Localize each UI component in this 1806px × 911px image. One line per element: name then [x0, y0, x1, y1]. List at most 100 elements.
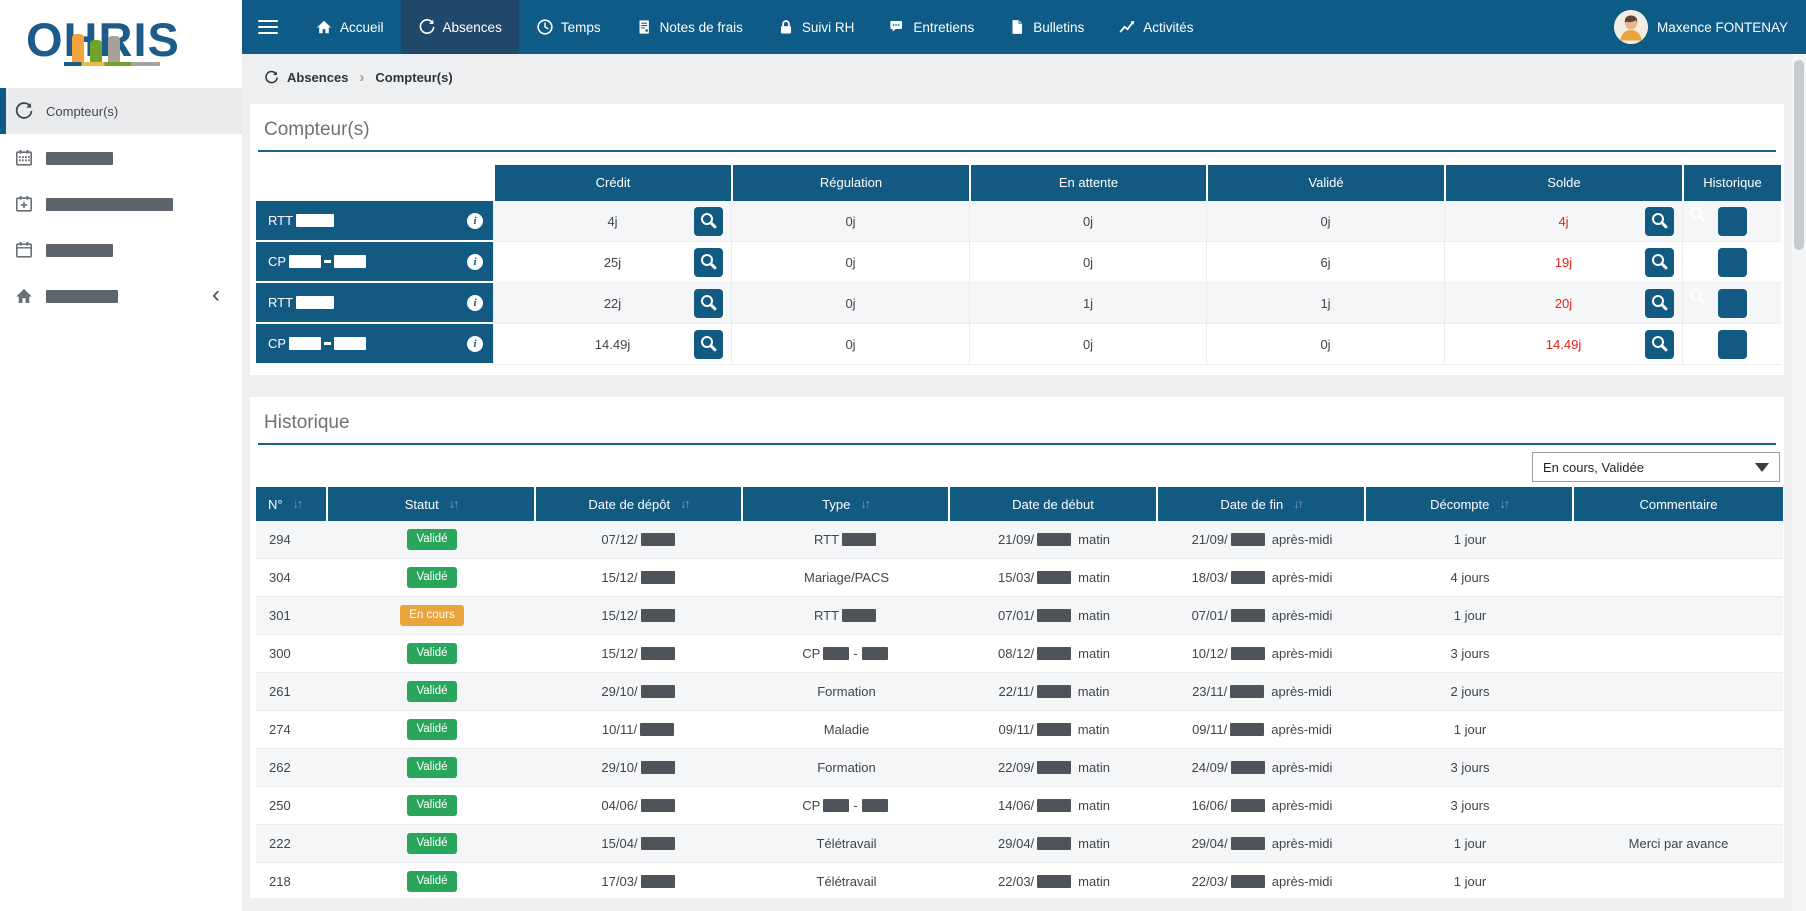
magnifier-button[interactable] [1645, 248, 1674, 277]
counter-refresh-icon [14, 101, 36, 121]
table-row: 304 Validé 15/12/ Mariage/PACS 15/03/mat… [256, 559, 1783, 597]
user-avatar [1614, 10, 1648, 44]
magnifier-button[interactable] [1645, 330, 1674, 359]
magnifier-icon [1645, 289, 1674, 318]
breadcrumb-section[interactable]: Absences [287, 70, 348, 85]
column-header-decompte[interactable]: Décompte↓↑ [1366, 487, 1574, 521]
sort-icon[interactable]: ↓↑ [449, 497, 458, 511]
end-cell: 16/06/après-midi [1158, 787, 1366, 825]
sidebar-item-redacted-1[interactable] [0, 136, 242, 180]
sort-icon[interactable]: ↓↑ [680, 497, 689, 511]
start-cell: 22/11/matin [950, 673, 1158, 711]
sidebar-item-redacted-3[interactable] [0, 228, 242, 272]
redacted-text [641, 609, 675, 622]
status-cell: En cours [328, 597, 536, 635]
status-filter-select[interactable]: En cours, Validée [1532, 452, 1780, 482]
sort-icon[interactable]: ↓↑ [293, 497, 302, 511]
history-cell [1682, 283, 1781, 324]
status-badge: Validé [407, 833, 456, 854]
column-header-commentaire: Commentaire [1574, 487, 1783, 521]
column-header-depot[interactable]: Date de dépôt↓↑ [536, 487, 743, 521]
column-header-statut[interactable]: Statut↓↑ [328, 487, 536, 521]
magnifier-button[interactable] [1718, 207, 1747, 236]
redacted-text [1037, 647, 1071, 660]
breadcrumb: Absences › Compteur(s) [242, 54, 1806, 100]
sidebar-collapse-chevron[interactable]: ‹ [212, 284, 220, 306]
redacted-text [641, 761, 675, 774]
scrollbar-thumb[interactable] [1794, 60, 1804, 250]
pending-cell: 0j [969, 242, 1206, 283]
nav-item-notes-de-frais[interactable]: Notes de frais [618, 0, 760, 54]
counter-label: CP i [256, 324, 493, 365]
magnifier-button[interactable] [1645, 207, 1674, 236]
counter-row: RTT i 4j 0j 0j 0j 4j [256, 201, 1781, 242]
magnifier-button[interactable] [694, 289, 723, 318]
info-icon[interactable]: i [467, 336, 483, 352]
hamburger-menu-icon[interactable] [258, 16, 278, 37]
redacted-text [334, 337, 366, 350]
calendar-add-icon [14, 194, 36, 214]
sort-icon[interactable]: ↓↑ [860, 497, 869, 511]
sort-icon[interactable]: ↓↑ [1293, 497, 1302, 511]
count-cell: 2 jours [1366, 673, 1574, 711]
column-header-debut: Date de début [950, 487, 1158, 521]
nav-item-suivi-rh[interactable]: Suivi RH [760, 0, 872, 54]
balance-cell: 19j [1444, 242, 1682, 283]
info-icon[interactable]: i [467, 295, 483, 311]
nav-item-entretiens[interactable]: Entretiens [871, 0, 991, 54]
nav-item-temps[interactable]: Temps [519, 0, 618, 54]
nav-item-activites[interactable]: Activités [1101, 0, 1210, 54]
status-badge: Validé [407, 643, 456, 664]
column-header-type[interactable]: Type↓↑ [743, 487, 950, 521]
sidebar: OHRIS Compteur(s) [0, 0, 242, 911]
sort-icon[interactable]: ↓↑ [1499, 497, 1508, 511]
nav-item-accueil[interactable]: Accueil [298, 0, 401, 54]
logo-baseline [64, 62, 160, 66]
deposit-cell: 04/06/ [536, 787, 743, 825]
nav-item-bulletins[interactable]: Bulletins [991, 0, 1101, 54]
user-menu[interactable]: Maxence FONTENAY [1614, 0, 1806, 54]
redacted-text [1231, 571, 1265, 584]
title-underline [258, 150, 1776, 152]
status-cell: Validé [328, 711, 536, 749]
history-cell [1682, 201, 1781, 242]
refresh-icon [264, 70, 279, 85]
info-icon[interactable]: i [467, 213, 483, 229]
lock-icon [777, 18, 795, 36]
status-badge: Validé [407, 681, 456, 702]
magnifier-button[interactable] [1645, 289, 1674, 318]
count-cell: 1 jour [1366, 597, 1574, 635]
vertical-scrollbar[interactable] [1792, 54, 1806, 911]
num-cell: 300 [256, 635, 328, 673]
magnifier-button[interactable] [1718, 248, 1747, 277]
counters-title: Compteur(s) [250, 104, 1784, 143]
end-cell: 09/11/après-midi [1158, 711, 1366, 749]
magnifier-button[interactable] [1718, 330, 1747, 359]
end-cell: 23/11/après-midi [1158, 673, 1366, 711]
pending-cell: 1j [969, 283, 1206, 324]
history-table: N°↓↑ Statut↓↑ Date de dépôt↓↑ Type↓↑ Dat… [256, 487, 1783, 898]
start-cell: 08/12/matin [950, 635, 1158, 673]
nav-item-absences[interactable]: Absences [401, 0, 519, 54]
end-cell: 10/12/après-midi [1158, 635, 1366, 673]
sidebar-item-compteurs[interactable]: Compteur(s) [0, 88, 242, 134]
redacted-text [1231, 647, 1265, 660]
user-name: Maxence FONTENAY [1657, 20, 1788, 35]
redacted-text [296, 214, 334, 227]
redacted-text [641, 875, 675, 888]
status-badge: En cours [400, 605, 463, 626]
sidebar-item-label: Compteur(s) [46, 104, 118, 119]
magnifier-button[interactable] [694, 248, 723, 277]
magnifier-button[interactable] [1718, 289, 1747, 318]
breadcrumb-page[interactable]: Compteur(s) [375, 70, 452, 85]
sidebar-item-redacted-4[interactable] [0, 274, 242, 318]
column-header-fin[interactable]: Date de fin↓↑ [1158, 487, 1366, 521]
magnifier-button[interactable] [694, 207, 723, 236]
sidebar-item-redacted-2[interactable] [0, 182, 242, 226]
redaction-dash [324, 342, 331, 344]
magnifier-button[interactable] [694, 330, 723, 359]
end-cell: 22/03/après-midi [1158, 863, 1366, 898]
info-icon[interactable]: i [467, 254, 483, 270]
column-header-num[interactable]: N°↓↑ [256, 487, 328, 521]
type-cell: CP- [743, 635, 950, 673]
